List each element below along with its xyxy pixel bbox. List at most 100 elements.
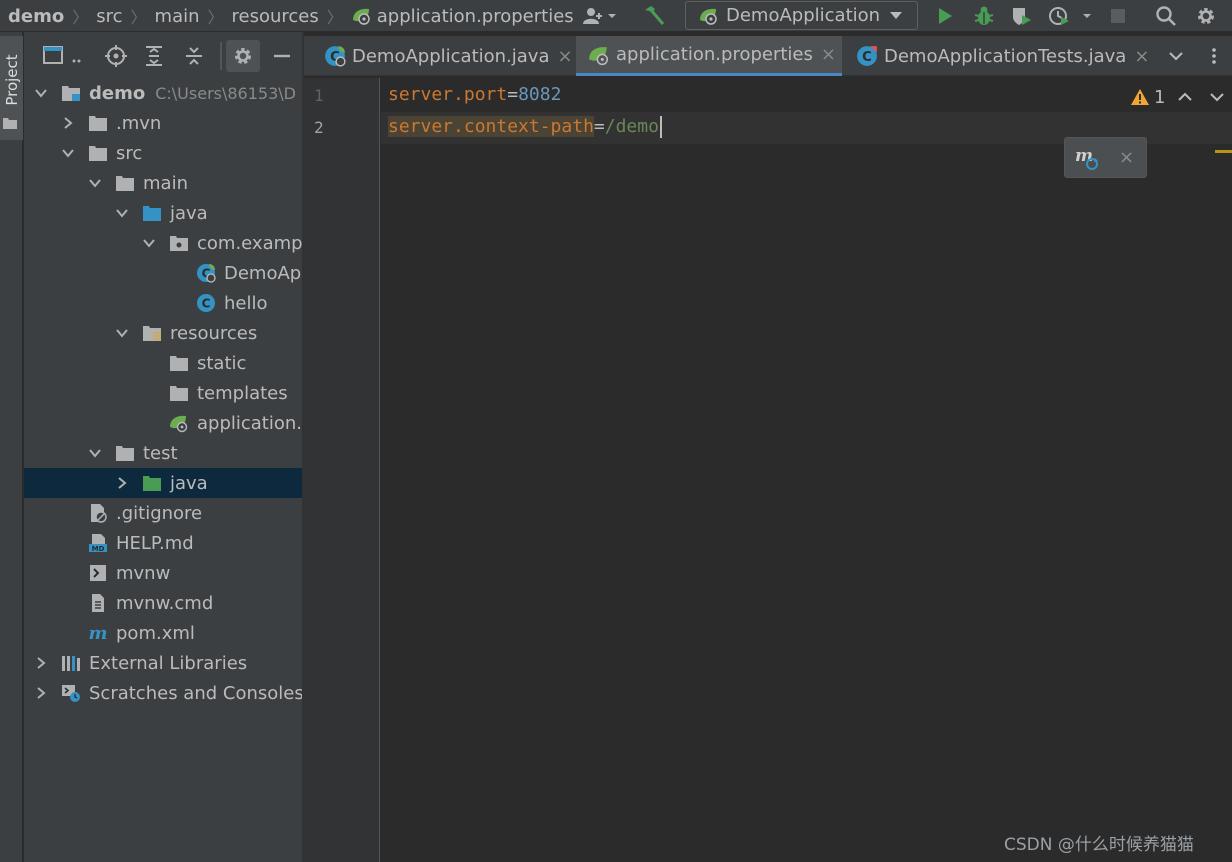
warnings-indicator[interactable]: 1: [1130, 87, 1165, 108]
tree-item[interactable]: java: [24, 198, 302, 228]
breadcrumb-item[interactable]: resources: [232, 6, 319, 27]
run-configuration-selector[interactable]: DemoApplication: [685, 1, 918, 30]
build-button[interactable]: [642, 4, 666, 28]
next-highlight-button[interactable]: [1208, 88, 1226, 111]
expand-all-button[interactable]: [142, 44, 166, 68]
view-mode-selector[interactable]: [42, 44, 84, 68]
project-options-button[interactable]: [226, 40, 260, 72]
tab-label: DemoApplication.java: [352, 45, 550, 67]
folder-icon: [170, 356, 188, 371]
previous-highlight-button[interactable]: [1176, 88, 1194, 111]
tree-item-label: templates: [197, 382, 288, 404]
maven-icon: m: [88, 623, 107, 643]
spring-properties-icon: [352, 8, 370, 25]
close-icon[interactable]: ×: [821, 44, 836, 65]
tree-item-label: HELP.md: [116, 532, 194, 554]
source-folder-icon: [143, 206, 161, 221]
tree-item[interactable]: External Libraries: [24, 648, 302, 678]
breadcrumb-separator: 〉: [326, 8, 343, 27]
show-hidden-tabs-button[interactable]: [1166, 46, 1186, 66]
close-icon[interactable]: ×: [1134, 46, 1149, 67]
debug-button[interactable]: [972, 4, 996, 28]
profiler-icon: [1049, 7, 1091, 25]
run-with-coverage-button[interactable]: [1009, 4, 1033, 28]
tree-item-label: mvnw.cmd: [116, 592, 214, 614]
collapse-all-button[interactable]: [182, 44, 206, 68]
profiler-dropdown[interactable]: [1046, 4, 1094, 28]
close-icon[interactable]: ×: [1119, 147, 1134, 168]
search-icon: [1156, 6, 1176, 26]
tree-item-label: java: [170, 202, 208, 224]
close-icon[interactable]: ×: [558, 46, 573, 67]
tree-item[interactable]: MD HELP.md: [24, 528, 302, 558]
tree-item[interactable]: test: [24, 438, 302, 468]
tree-item[interactable]: static: [24, 348, 302, 378]
project-tool-window-tab[interactable]: Project: [0, 36, 23, 140]
spring-class-icon: C: [197, 264, 216, 283]
tree-item[interactable]: templates: [24, 378, 302, 408]
tree-item[interactable]: Scratches and Consoles: [24, 678, 302, 708]
test-source-folder-icon: [143, 476, 161, 491]
package-icon: [170, 236, 188, 251]
tree-item[interactable]: C hello: [24, 288, 302, 318]
breadcrumb-item-file[interactable]: application.properties: [351, 6, 574, 27]
tree-item[interactable]: com.exampl: [24, 228, 302, 258]
play-icon: [939, 8, 952, 24]
hammer-icon: [645, 6, 665, 25]
tree-item-label: test: [143, 442, 178, 464]
tree-item[interactable]: .gitignore: [24, 498, 302, 528]
tab-demo-application-tests[interactable]: C DemoApplicationTests.java ×: [842, 36, 1150, 76]
tree-item[interactable]: resources: [24, 318, 302, 348]
breadcrumb-item[interactable]: demo: [8, 6, 64, 27]
breadcrumb-item[interactable]: src: [96, 6, 122, 27]
run-configuration-label: DemoApplication: [726, 5, 881, 26]
assignment-operator: =: [593, 116, 605, 137]
project-toolbar: [24, 32, 302, 78]
search-everywhere-button[interactable]: [1154, 4, 1178, 28]
code-line[interactable]: server.context-path=/demo: [388, 116, 662, 138]
warning-icon: [1131, 89, 1149, 105]
property-key-warning: server.context-path: [388, 116, 594, 137]
chevron-down-icon: [62, 149, 74, 158]
tree-item[interactable]: m pom.xml: [24, 618, 302, 648]
tree-item[interactable]: C DemoAp: [24, 258, 302, 288]
line-number-gutter[interactable]: 1 2: [304, 78, 380, 862]
libraries-icon: [62, 656, 80, 671]
select-opened-file-button[interactable]: [104, 44, 128, 68]
hide-panel-button[interactable]: [270, 44, 294, 68]
svg-text:m: m: [1075, 146, 1093, 166]
code-editor[interactable]: server.port=8082 server.context-path=/de…: [381, 78, 1232, 862]
load-maven-changes-button[interactable]: m: [1073, 146, 1103, 177]
tree-item[interactable]: main: [24, 168, 302, 198]
tree-item[interactable]: src: [24, 138, 302, 168]
code-line[interactable]: server.port=8082: [388, 84, 561, 105]
run-button[interactable]: [933, 4, 957, 28]
error-stripe-warning-marker[interactable]: [1215, 150, 1232, 153]
shell-script-icon: [90, 565, 106, 581]
tree-item-selected[interactable]: java: [24, 468, 302, 498]
tree-item[interactable]: mvnw: [24, 558, 302, 588]
settings-button[interactable]: [1194, 4, 1218, 28]
tree-root-demo[interactable]: demo C:\Users\86153\D: [24, 78, 302, 108]
tab-demo-application[interactable]: C DemoApplication.java ×: [304, 36, 576, 76]
chevron-down-icon: [143, 239, 155, 248]
spring-properties-icon: [170, 415, 188, 433]
chevron-right-icon: [64, 117, 73, 129]
gear-icon: [235, 48, 251, 64]
tree-item-label: application.p: [197, 412, 302, 434]
chevron-down-icon: [116, 209, 128, 218]
tree-item[interactable]: .mvn: [24, 108, 302, 138]
svg-text:m: m: [88, 623, 107, 643]
user-icon: [583, 8, 616, 24]
tab-label: DemoApplicationTests.java: [884, 45, 1127, 67]
more-options-button[interactable]: [1204, 46, 1224, 66]
project-panel: demo C:\Users\86153\D .mvn src main java …: [24, 32, 302, 862]
tab-application-properties[interactable]: application.properties ×: [576, 36, 842, 76]
inspection-widget: 1: [1118, 82, 1232, 112]
tree-item[interactable]: application.p: [24, 408, 302, 438]
vcs-user-dropdown[interactable]: [580, 4, 620, 28]
gear-icon: [1198, 8, 1214, 24]
tree-item[interactable]: mvnw.cmd: [24, 588, 302, 618]
breadcrumb-item[interactable]: main: [155, 6, 200, 27]
stop-button[interactable]: [1106, 4, 1130, 28]
